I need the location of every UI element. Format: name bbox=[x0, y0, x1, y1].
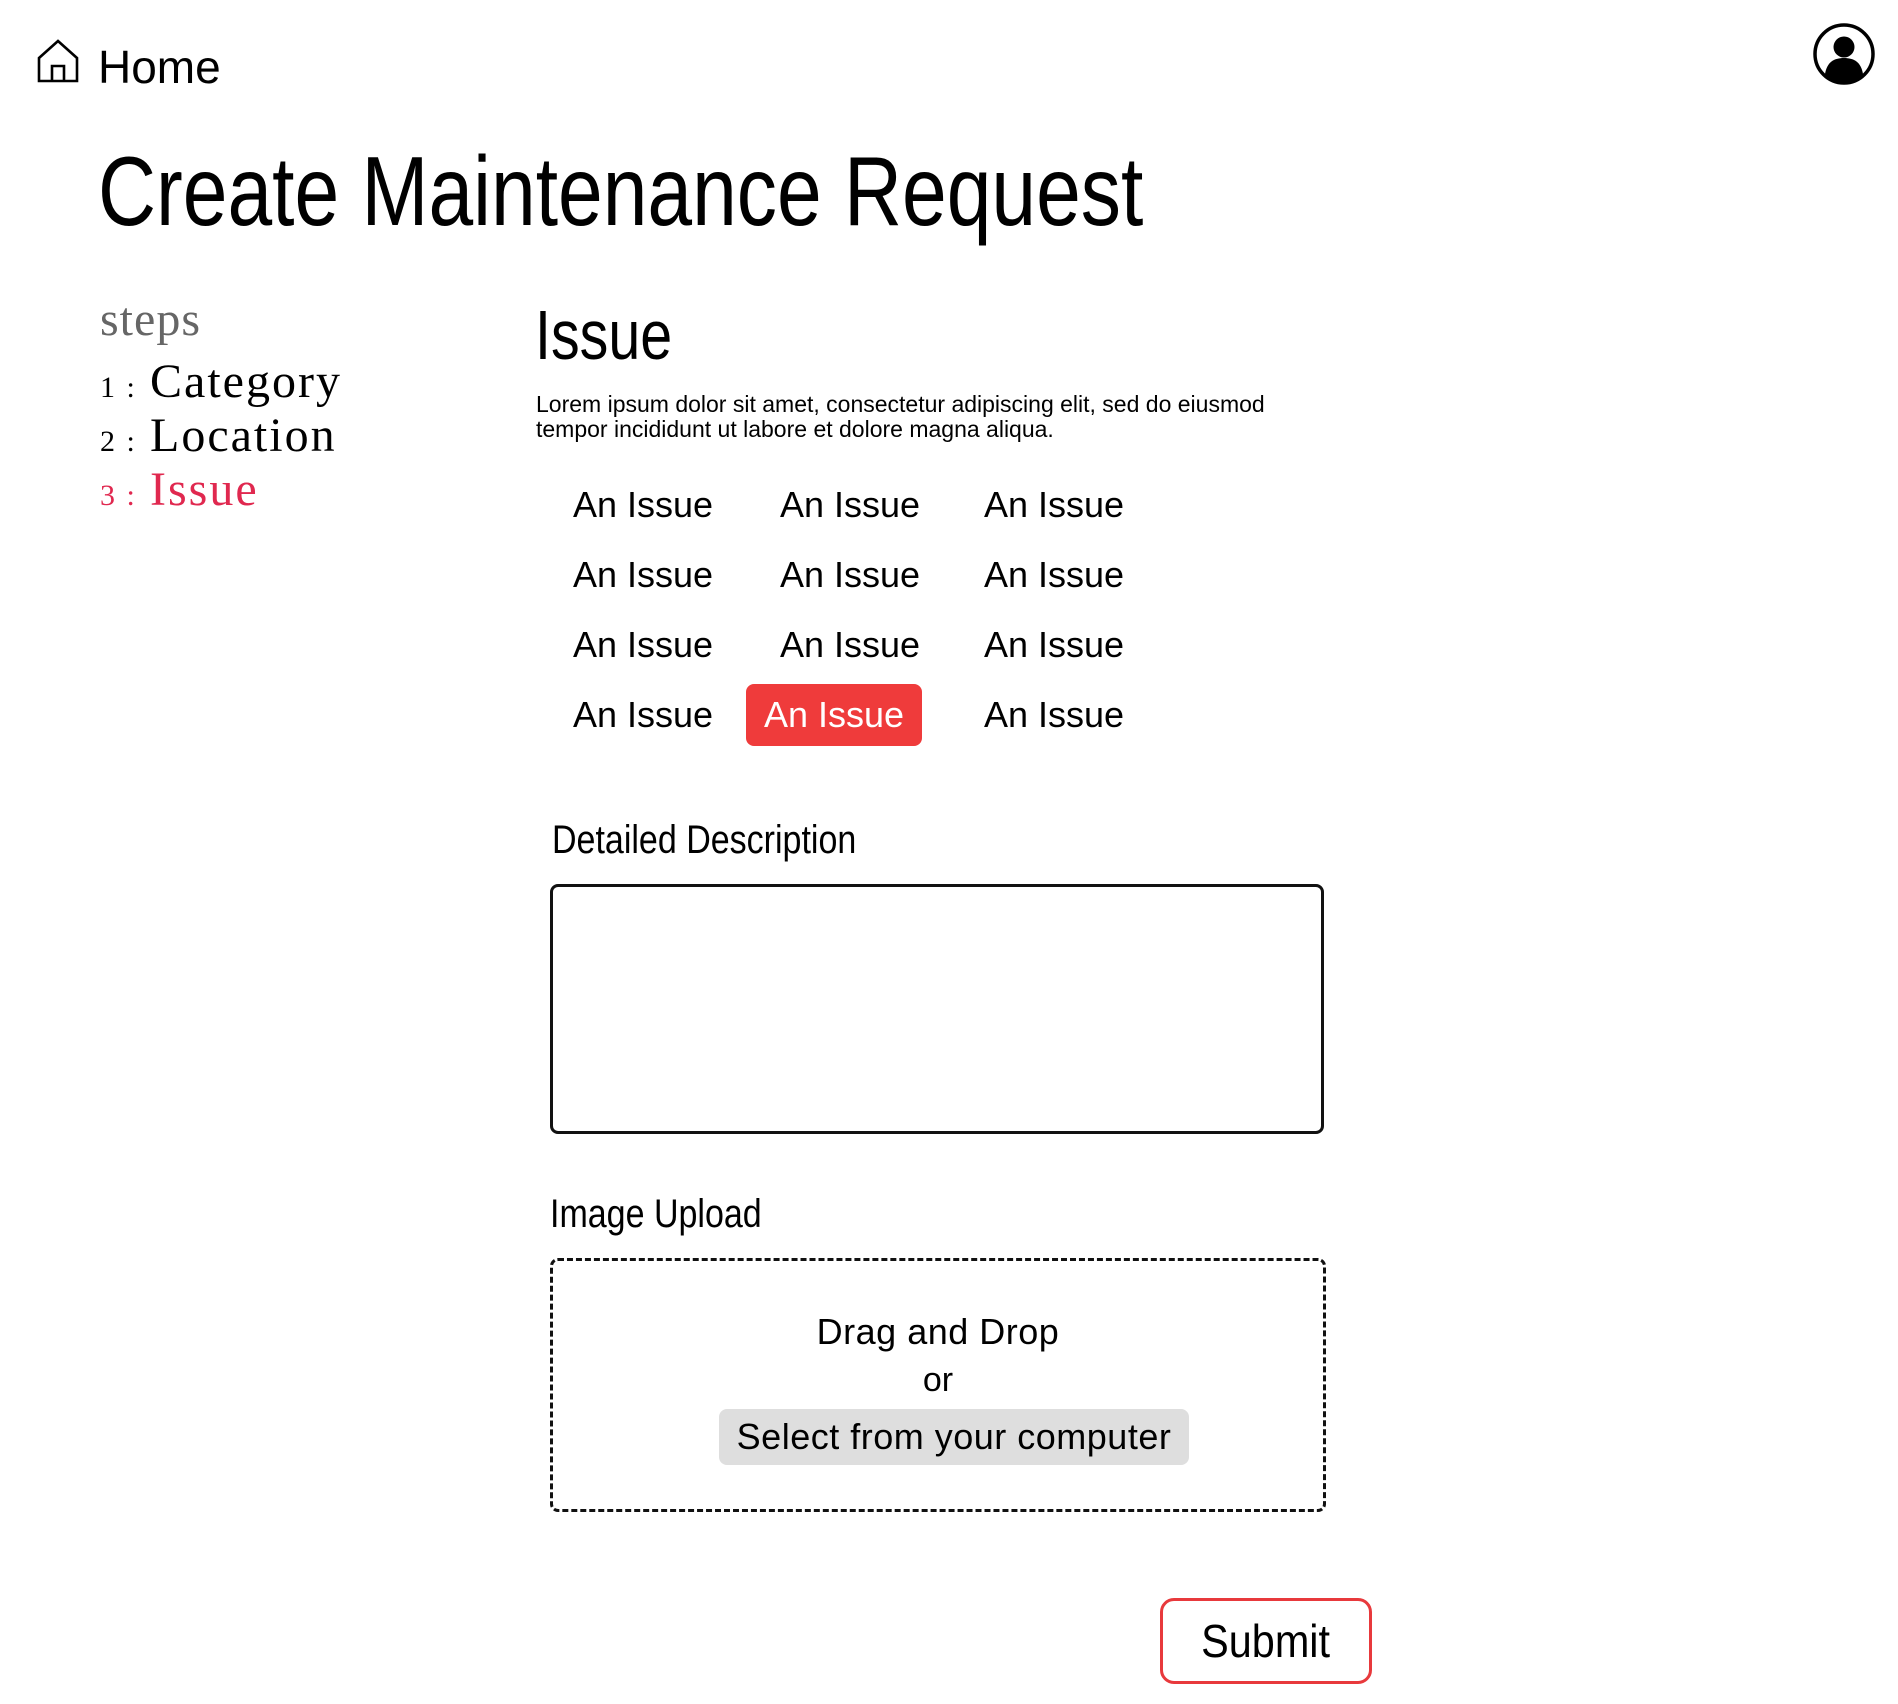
step-label: Location bbox=[150, 409, 337, 462]
section-title: Issue bbox=[535, 296, 673, 374]
issue-option[interactable]: An Issue bbox=[746, 544, 954, 606]
step-number: 1 : bbox=[100, 371, 137, 404]
issue-option[interactable]: An Issue bbox=[540, 474, 746, 536]
step-label: Category bbox=[150, 355, 342, 408]
issue-option[interactable]: An Issue bbox=[540, 614, 746, 676]
description-textarea[interactable] bbox=[550, 884, 1324, 1134]
step-category[interactable]: 1 : Category bbox=[100, 354, 342, 408]
submit-label: Submit bbox=[1201, 1615, 1331, 1667]
issue-option[interactable]: An Issue bbox=[746, 474, 954, 536]
image-upload-label: Image Upload bbox=[550, 1192, 762, 1236]
description-line: tempor incididunt ut labore et dolore ma… bbox=[536, 416, 1054, 442]
issue-options-grid: An Issue An Issue An Issue An Issue An I… bbox=[540, 474, 1154, 754]
step-number: 2 : bbox=[100, 425, 137, 458]
issue-option[interactable]: An Issue bbox=[540, 684, 746, 746]
step-number: 3 : bbox=[100, 479, 137, 512]
issue-option[interactable]: An Issue bbox=[954, 544, 1154, 606]
home-icon bbox=[36, 38, 80, 84]
issue-option[interactable]: An Issue bbox=[540, 544, 746, 606]
drag-drop-text: Drag and Drop bbox=[816, 1311, 1060, 1352]
description-label: Detailed Description bbox=[552, 818, 857, 862]
issue-option[interactable]: An Issue bbox=[954, 614, 1154, 676]
issue-option[interactable]: An Issue bbox=[954, 474, 1154, 536]
description-line: Lorem ipsum dolor sit amet, consectetur … bbox=[536, 391, 1265, 417]
image-drop-zone[interactable]: Drag and Drop or Select from your comput… bbox=[550, 1258, 1326, 1512]
home-link[interactable]: Home bbox=[36, 28, 221, 94]
steps-nav: steps 1 : Category 2 : Location 3 : Issu… bbox=[100, 292, 342, 516]
page-title: Create Maintenance Request bbox=[98, 136, 1144, 246]
issue-option[interactable]: An Issue bbox=[954, 684, 1154, 746]
home-label: Home bbox=[98, 41, 221, 93]
step-location[interactable]: 2 : Location bbox=[100, 408, 342, 462]
section-description: Lorem ipsum dolor sit amet, consectetur … bbox=[536, 392, 1336, 442]
submit-button[interactable]: Submit bbox=[1160, 1598, 1372, 1684]
step-label: Issue bbox=[150, 463, 259, 516]
select-file-button[interactable]: Select from your computer bbox=[719, 1409, 1189, 1465]
step-issue[interactable]: 3 : Issue bbox=[100, 462, 342, 516]
or-text: or bbox=[922, 1361, 954, 1399]
issue-option-selected[interactable]: An Issue bbox=[746, 684, 922, 746]
issue-option[interactable]: An Issue bbox=[746, 614, 954, 676]
user-profile-icon[interactable] bbox=[1812, 22, 1876, 86]
steps-heading: steps bbox=[100, 293, 201, 346]
